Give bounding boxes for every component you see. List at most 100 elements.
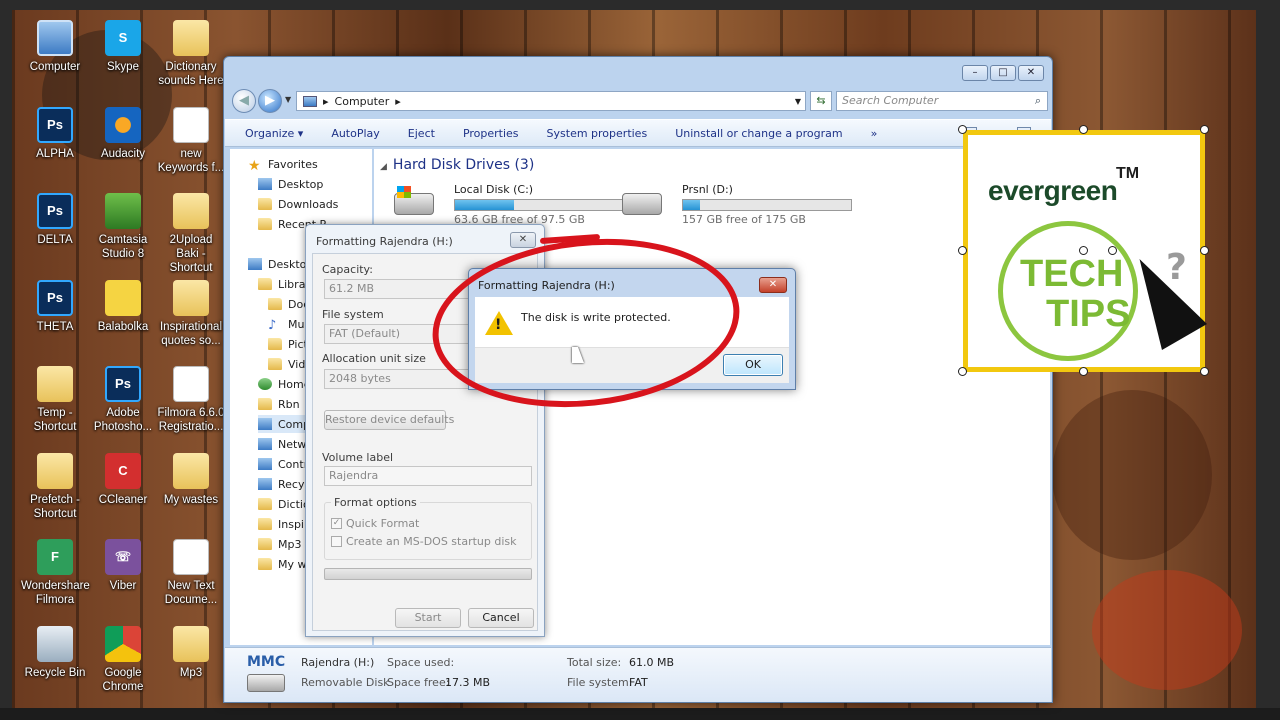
desktop-shortcut[interactable]: Computer: [21, 20, 89, 74]
desktop-shortcut[interactable]: Ps Adobe Photosho...: [89, 366, 157, 434]
folder-icon: [173, 20, 209, 56]
nav-desktop[interactable]: Desktop: [258, 175, 323, 193]
start-button[interactable]: Start: [395, 608, 461, 628]
address-row: ◀ ▶ ▼ ▸ Computer ▸ ▼ ⇆ Search Computer ⌕: [232, 87, 1048, 113]
cancel-button[interactable]: Cancel: [468, 608, 534, 628]
nav-computer[interactable]: Comp: [258, 415, 311, 433]
drive-name: Prsnl (D:): [682, 183, 733, 196]
resize-handle[interactable]: [958, 367, 967, 376]
nav-recycle-bin[interactable]: Recyc: [258, 475, 311, 493]
format-close-button[interactable]: ✕: [510, 232, 536, 248]
audacity-icon: [105, 106, 141, 143]
details-drive-type: Removable Disk: [301, 676, 390, 689]
nav-favorites[interactable]: ★ Favorites: [248, 155, 318, 175]
desktop-shortcut[interactable]: 2Upload Baki - Shortcut: [157, 193, 225, 275]
ok-button[interactable]: OK: [723, 354, 783, 376]
folder-icon: [258, 538, 272, 550]
music-icon: ♪: [268, 318, 277, 333]
refresh-button[interactable]: ⇆: [810, 91, 832, 111]
forward-button[interactable]: ▶: [258, 89, 282, 113]
chevron-down-icon[interactable]: ▼: [795, 97, 801, 106]
desktop-shortcut-label: Prefetch - Shortcut: [30, 493, 80, 520]
resize-handle[interactable]: [1200, 367, 1209, 376]
autoplay-button[interactable]: AutoPlay: [331, 127, 379, 140]
desktop-shortcut-label: Temp - Shortcut: [33, 407, 77, 433]
nav-mp3[interactable]: Mp3: [258, 535, 301, 553]
details-file-system: FAT: [629, 676, 648, 689]
minimize-button[interactable]: –: [962, 65, 988, 81]
allocation-select[interactable]: 2048 bytes: [324, 369, 470, 389]
resize-handle[interactable]: [1079, 125, 1088, 134]
drive-local-c[interactable]: Local Disk (C:) 63.6 GB free of 97.5 GB: [394, 183, 634, 227]
folder-icon: [258, 218, 272, 230]
recent-pages-dropdown[interactable]: ▼: [285, 95, 291, 104]
more-commands-button[interactable]: »: [871, 127, 878, 140]
desktop-shortcut[interactable]: Inspirational quotes so...: [157, 279, 225, 348]
quick-format-checkbox[interactable]: ✓ Quick Format: [331, 517, 419, 530]
search-input[interactable]: Search Computer ⌕: [836, 91, 1048, 111]
desktop-shortcut[interactable]: Audacity: [89, 106, 157, 161]
desktop-shortcut-label: DELTA: [37, 234, 73, 246]
taskbar-strip: [0, 708, 1280, 720]
nav-downloads[interactable]: Downloads: [258, 195, 338, 213]
breadcrumb-computer[interactable]: Computer: [335, 95, 390, 108]
checkbox-label: Create an MS-DOS startup disk: [346, 535, 517, 548]
nav-homegroup[interactable]: Home: [258, 375, 310, 393]
desktop-shortcut[interactable]: Temp - Shortcut: [21, 366, 89, 434]
window-controls: – □ ✕: [962, 65, 1044, 81]
desktop-shortcut[interactable]: C CCleaner: [89, 452, 157, 507]
volume-label-input[interactable]: Rajendra: [324, 466, 532, 486]
restore-defaults-button[interactable]: Restore device defaults: [324, 410, 454, 430]
eject-button[interactable]: Eject: [408, 127, 435, 140]
desktop-shortcut[interactable]: New Text Docume...: [157, 539, 225, 607]
rotate-handle[interactable]: [1079, 246, 1088, 255]
resize-handle[interactable]: [1200, 246, 1209, 255]
filmora-icon: F: [37, 539, 73, 575]
nav-desktop-root[interactable]: Desktop: [248, 255, 313, 273]
search-icon[interactable]: ⌕: [1035, 92, 1041, 110]
format-dialog-title: Formatting Rajendra (H:): [316, 235, 453, 248]
nav-dictionary[interactable]: Dictio: [258, 495, 310, 513]
msdos-startup-checkbox[interactable]: Create an MS-DOS startup disk: [331, 535, 517, 548]
desktop-shortcut[interactable]: Prefetch - Shortcut: [21, 452, 89, 521]
hard-disk-group-header[interactable]: ◢ Hard Disk Drives (3): [380, 157, 534, 173]
close-button[interactable]: ✕: [1018, 65, 1044, 81]
desktop-shortcut[interactable]: Dictionary sounds Here: [157, 20, 225, 88]
maximize-button[interactable]: □: [990, 65, 1016, 81]
nav-rbn[interactable]: Rbn: [258, 395, 300, 413]
back-button[interactable]: ◀: [232, 89, 256, 113]
folder-icon: [37, 452, 73, 489]
desktop-shortcut[interactable]: new Keywords f...: [157, 106, 225, 175]
nav-documents[interactable]: Doc: [268, 295, 309, 313]
drive-prsnl-d[interactable]: Prsnl (D:) 157 GB free of 175 GB: [622, 183, 862, 227]
desktop-shortcut[interactable]: Balabolka: [89, 279, 157, 334]
desktop-shortcut[interactable]: S Skype: [89, 20, 157, 74]
resize-handle[interactable]: [958, 246, 967, 255]
logo-tech-text: TECH: [1020, 253, 1124, 295]
resize-handle[interactable]: [1079, 367, 1088, 376]
desktop-shortcut[interactable]: Ps DELTA: [21, 193, 89, 247]
desktop-shortcut[interactable]: Recycle Bin: [21, 625, 89, 680]
checkbox-label: Quick Format: [346, 517, 420, 530]
desktop-shortcut[interactable]: ☏ Viber: [89, 539, 157, 593]
address-bar[interactable]: ▸ Computer ▸ ▼: [296, 91, 806, 111]
resize-handle[interactable]: [958, 125, 967, 134]
rotate-handle[interactable]: [1108, 246, 1117, 255]
organize-button[interactable]: Organize ▾: [245, 127, 303, 140]
videos-icon: [268, 358, 282, 370]
nav-music[interactable]: ♪ Mus: [268, 315, 310, 334]
desktop-shortcut[interactable]: F Wondershare Filmora: [21, 539, 90, 607]
properties-button[interactable]: Properties: [463, 127, 519, 140]
desktop-shortcut[interactable]: Ps THETA: [21, 279, 89, 334]
desktop-shortcut[interactable]: Ps ALPHA: [21, 106, 89, 161]
desktop-shortcut[interactable]: Filmora 6.6.0 Registratio...: [157, 366, 225, 434]
resize-handle[interactable]: [1200, 125, 1209, 134]
system-properties-button[interactable]: System properties: [547, 127, 648, 140]
desktop-shortcut[interactable]: My wastes: [157, 452, 225, 507]
desktop-shortcut-label: CCleaner: [98, 493, 148, 506]
message-box-close-button[interactable]: ✕: [759, 277, 787, 293]
desktop-shortcut[interactable]: Google Chrome: [89, 625, 157, 694]
uninstall-button[interactable]: Uninstall or change a program: [675, 127, 842, 140]
desktop-shortcut[interactable]: Camtasia Studio 8: [89, 193, 157, 261]
desktop-shortcut[interactable]: Mp3: [157, 625, 225, 680]
